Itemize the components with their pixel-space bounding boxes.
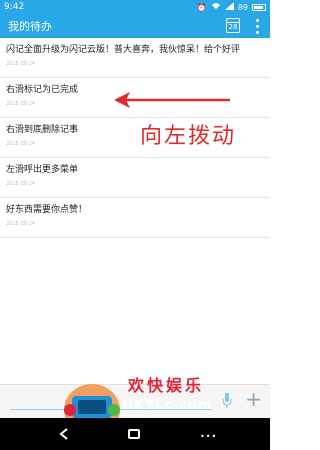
todo-item[interactable]: 左滑呼出更多菜单 2015-10-24 (0, 158, 270, 198)
navigation-bar: ••• (0, 418, 270, 450)
swipe-hint-text: 向左拨动 (140, 124, 237, 149)
todo-date: 2015-10-24 (6, 181, 36, 187)
page-title: 我的待办 (8, 20, 52, 33)
calendar-button[interactable]: 28 (226, 18, 240, 33)
alarm-icon: ⏰ (196, 2, 207, 12)
watermark-title: 欢快娱乐 (128, 376, 205, 395)
calendar-day: 28 (228, 23, 238, 31)
todo-date: 2015-10-24 (6, 221, 36, 227)
more-options-button[interactable] (250, 17, 264, 35)
dot-icon (255, 24, 259, 28)
dot-icon (255, 18, 259, 22)
status-time: 9:42 (4, 2, 25, 12)
app-bar: 我的待办 28 (0, 14, 270, 38)
todo-text: 好东西需要你点赞！ (6, 205, 88, 215)
signal-icon (224, 2, 234, 12)
status-bar: 9:42 ⏰ 89 (0, 0, 270, 14)
home-icon[interactable] (128, 429, 140, 439)
battery-icon (252, 3, 266, 11)
wifi-icon (211, 2, 221, 12)
todo-item[interactable]: 好东西需要你点赞！ 2015-10-24 (0, 198, 270, 238)
dot-icon (255, 30, 259, 34)
todo-text: 左滑呼出更多菜单 (6, 165, 79, 175)
swipe-left-arrow-icon (114, 92, 230, 108)
screen: 9:42 ⏰ 89 我的待办 28 闪记全面升级为闪记云版！普大喜奔，我伙惊呆！… (0, 0, 270, 450)
todo-text: 闪记全面升级为闪记云版！普大喜奔，我伙惊呆！给个好评 (6, 45, 241, 55)
todo-item[interactable]: 闪记全面升级为闪记云版！普大喜奔，我伙惊呆！给个好评 2015-10-24 (0, 38, 270, 78)
battery-level: 89 (237, 2, 248, 12)
status-icons: ⏰ 89 (197, 2, 266, 12)
todo-date: 2015-10-24 (6, 61, 36, 67)
watermark-subtitle: HKYLc.com (122, 398, 213, 413)
menu-icon[interactable]: ••• (200, 432, 217, 441)
back-icon[interactable] (58, 428, 70, 440)
